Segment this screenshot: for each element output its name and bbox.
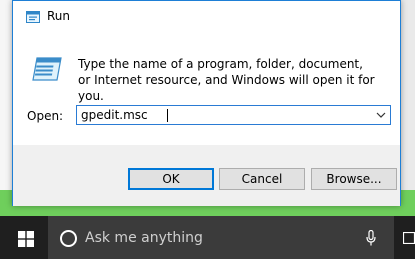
run-large-icon [32, 57, 62, 81]
instruction-text: Type the name of a program, folder, docu… [78, 57, 375, 103]
browse-button[interactable]: Browse... [311, 168, 397, 190]
dropdown-arrow-icon[interactable] [376, 110, 386, 120]
open-label: Open: [27, 109, 64, 123]
task-view-icon[interactable] [403, 232, 415, 244]
open-combobox[interactable] [76, 105, 391, 125]
microphone-icon[interactable] [366, 230, 376, 246]
search-placeholder: Ask me anything [85, 230, 203, 246]
ok-button[interactable]: OK [128, 168, 214, 190]
cancel-button[interactable]: Cancel [219, 168, 305, 190]
taskbar: Ask me anything [0, 216, 415, 259]
windows-start-icon[interactable] [18, 231, 34, 247]
cortana-icon [60, 230, 77, 247]
open-input[interactable] [81, 107, 361, 123]
text-caret [167, 109, 168, 122]
dialog-title: Run [47, 9, 71, 23]
run-dialog: Run Type the name of a program, folder, … [12, 0, 401, 206]
run-icon [26, 11, 40, 23]
background-scroll-edge [401, 0, 415, 216]
title-bar[interactable]: Run [13, 1, 400, 33]
taskbar-search-box[interactable]: Ask me anything [48, 216, 394, 259]
button-bar: OK Cancel Browse... [13, 145, 400, 206]
